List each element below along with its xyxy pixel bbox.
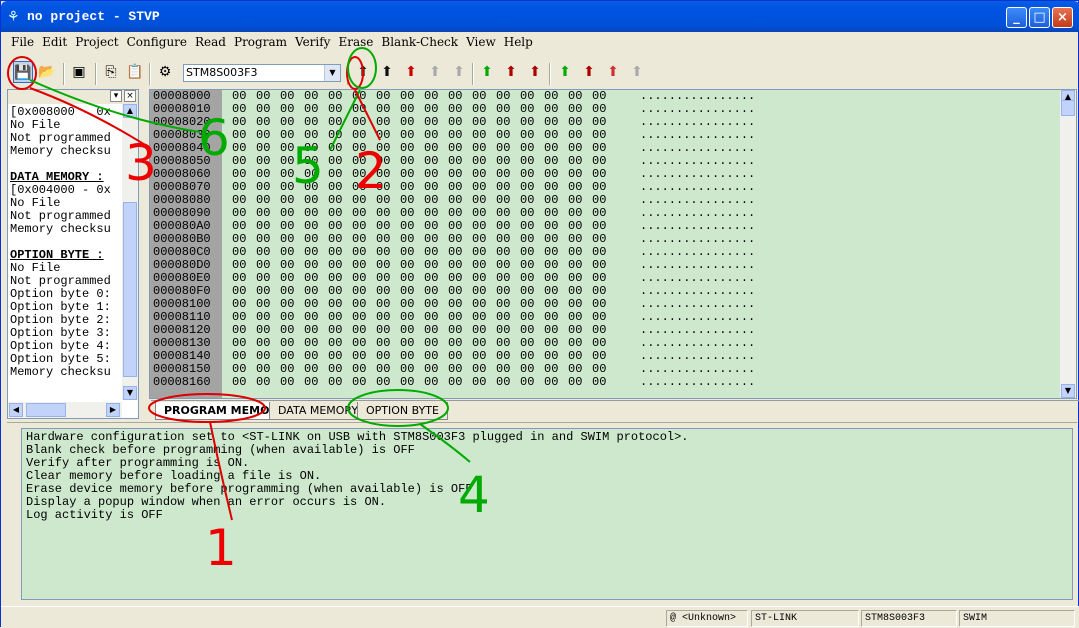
program-all-icon[interactable]: ⬆ — [401, 61, 421, 83]
memory-byte[interactable]: 00 — [520, 376, 544, 389]
scroll-left-icon[interactable]: ◀ — [9, 403, 23, 417]
memory-row[interactable]: 00008160 00 00 00 00 00 00 00 00 00 00 00 00 00 00 00 00… — [150, 376, 755, 389]
memory-address: 00008160 — [153, 375, 211, 389]
tab-data-memory[interactable]: DATA MEMORY — [269, 402, 368, 420]
memory-byte[interactable]: 00 — [304, 376, 328, 389]
app-window: ⚘ no project - STVP _ □ × File Edit Projec… — [0, 0, 1079, 628]
info-line: Memory checksu — [10, 144, 111, 158]
memory-grid: 00008000 00 00 00 00 00 00 00 00 00 00 00 00 00 00 00 00… — [150, 90, 755, 389]
menu-item-blank-check[interactable]: Blank-Check — [381, 35, 458, 49]
device-select[interactable]: STM8S003F3 ▼ — [183, 64, 341, 82]
memory-scrollbar[interactable]: ▲ ▼ — [1060, 90, 1076, 398]
menu-item-configure[interactable]: Configure — [127, 35, 187, 49]
memory-byte[interactable]: 00 — [232, 376, 256, 389]
memory-byte[interactable]: 00 — [256, 376, 280, 389]
memory-byte[interactable]: 00 — [376, 376, 400, 389]
menu-item-file[interactable]: File — [11, 35, 34, 49]
chevron-down-icon[interactable]: ▼ — [324, 65, 340, 81]
read-all-icon[interactable]: ⬆ — [353, 61, 373, 83]
memory-tabs: PROGRAM MEMORY DATA MEMORY OPTION BYTE — [151, 400, 1079, 420]
menu-item-view[interactable]: View — [466, 35, 496, 49]
scroll-thumb[interactable] — [123, 202, 137, 377]
maximize-button[interactable]: □ — [1029, 7, 1050, 28]
memory-byte[interactable]: 00 — [328, 376, 352, 389]
memory-byte[interactable]: 00 — [352, 376, 376, 389]
disabled-icon: ⬆ — [631, 64, 643, 80]
panel-horizontal-scrollbar[interactable]: ◀ ▶ — [8, 402, 122, 418]
scroll-right-icon[interactable]: ▶ — [106, 403, 120, 417]
app-icon: ⚘ — [7, 8, 20, 24]
memory-byte[interactable]: 00 — [472, 376, 496, 389]
menu-item-project[interactable]: Project — [75, 35, 118, 49]
log-line: Log activity is OFF — [26, 508, 163, 522]
status-bar: @ <Unknown> ST-LINK STM8S003F3 SWIM — [1, 606, 1079, 628]
device-select-value: STM8S003F3 — [186, 66, 258, 79]
erase-icon: ⬆ — [453, 64, 465, 80]
memory-byte[interactable]: 00 — [424, 376, 448, 389]
status-protocol: SWIM — [959, 610, 1075, 627]
hscroll-thumb[interactable] — [26, 403, 66, 417]
splitter[interactable] — [7, 422, 1077, 425]
info-line: Memory checksu — [10, 365, 111, 379]
memory-byte[interactable]: 00 — [568, 376, 592, 389]
paste-icon[interactable]: 📋 — [125, 61, 145, 83]
read-current-icon[interactable]: ⬆ — [377, 61, 397, 83]
panel-vertical-scrollbar[interactable]: ▲ ▼ — [122, 104, 138, 400]
scroll-down-icon[interactable]: ▼ — [123, 386, 137, 400]
info-line: Memory checksu — [10, 222, 111, 236]
log-line: Display a popup window when an error occ… — [26, 495, 387, 509]
menu-item-erase[interactable]: Erase — [338, 35, 373, 49]
toolbar: 💾 📂 ▣ ⎘ 📋 ⚙ STM8S003F3 ▼ ⬆ ⬆ ⬆ ⬆ ⬆ ⬆ ⬆ ⬆… — [7, 59, 1077, 87]
menu-item-verify[interactable]: Verify — [295, 35, 330, 49]
open-icon[interactable]: 📂 — [37, 61, 57, 83]
mem-scroll-down-icon[interactable]: ▼ — [1061, 384, 1075, 398]
erase-red-icon[interactable]: ⬆ — [603, 61, 623, 83]
program-dark-icon[interactable]: ⬆ — [525, 61, 545, 83]
info-panel: ▾ × [0x008000 - 0x No File Not programmed M… — [7, 89, 139, 419]
save-icon[interactable]: 💾 — [13, 61, 33, 83]
tab-option-byte[interactable]: OPTION BYTE — [357, 402, 448, 420]
memory-byte[interactable]: 00 — [400, 376, 424, 389]
status-adapter: ST-LINK — [751, 610, 859, 627]
program-green-icon[interactable]: ⬆ — [477, 61, 497, 83]
title-bar: ⚘ no project - STVP _ □ × — [1, 1, 1079, 32]
minimize-button[interactable]: _ — [1006, 7, 1027, 28]
blank-check-icon[interactable]: ⬆ — [579, 61, 599, 83]
menu-item-read[interactable]: Read — [195, 35, 226, 49]
program-red-icon[interactable]: ⬆ — [501, 61, 521, 83]
menu-bar: File Edit Project Configure Read Program Verif… — [11, 35, 541, 55]
device-icon: ⚙ — [158, 64, 172, 80]
panel-close-icon[interactable]: × — [124, 90, 136, 102]
status-address: @ <Unknown> — [666, 610, 748, 627]
status-device: STM8S003F3 — [861, 610, 957, 627]
memory-byte[interactable]: 00 — [448, 376, 472, 389]
connect-icon[interactable]: ▣ — [69, 61, 89, 83]
panel-header: ▾ × — [8, 90, 138, 104]
scroll-up-icon[interactable]: ▲ — [123, 104, 137, 118]
copy-icon[interactable]: ⎘ — [101, 61, 121, 83]
memory-byte[interactable]: 00 — [280, 376, 304, 389]
memory-byte[interactable]: 00 — [592, 376, 616, 389]
log-window: Hardware configuration set to <ST-LINK o… — [21, 428, 1073, 600]
memory-view[interactable]: 00008000 00 00 00 00 00 00 00 00 00 00 00 00 00 00 00 00… — [149, 89, 1077, 399]
menu-item-program[interactable]: Program — [234, 35, 287, 49]
window-title: no project - STVP — [27, 9, 160, 24]
menu-item-edit[interactable]: Edit — [42, 35, 67, 49]
info-text: [0x008000 - 0x No File Not programmed Memor… — [10, 106, 124, 398]
memory-byte[interactable]: 00 — [496, 376, 520, 389]
menu-item-help[interactable]: Help — [504, 35, 533, 49]
mem-scroll-thumb[interactable] — [1061, 100, 1075, 116]
verify-icon: ⬆ — [429, 64, 441, 80]
panel-menu-icon[interactable]: ▾ — [110, 90, 122, 102]
verify-green-icon[interactable]: ⬆ — [555, 61, 575, 83]
memory-byte[interactable]: 00 — [544, 376, 568, 389]
memory-ascii: ................ — [640, 375, 756, 389]
close-button[interactable]: × — [1052, 7, 1073, 28]
